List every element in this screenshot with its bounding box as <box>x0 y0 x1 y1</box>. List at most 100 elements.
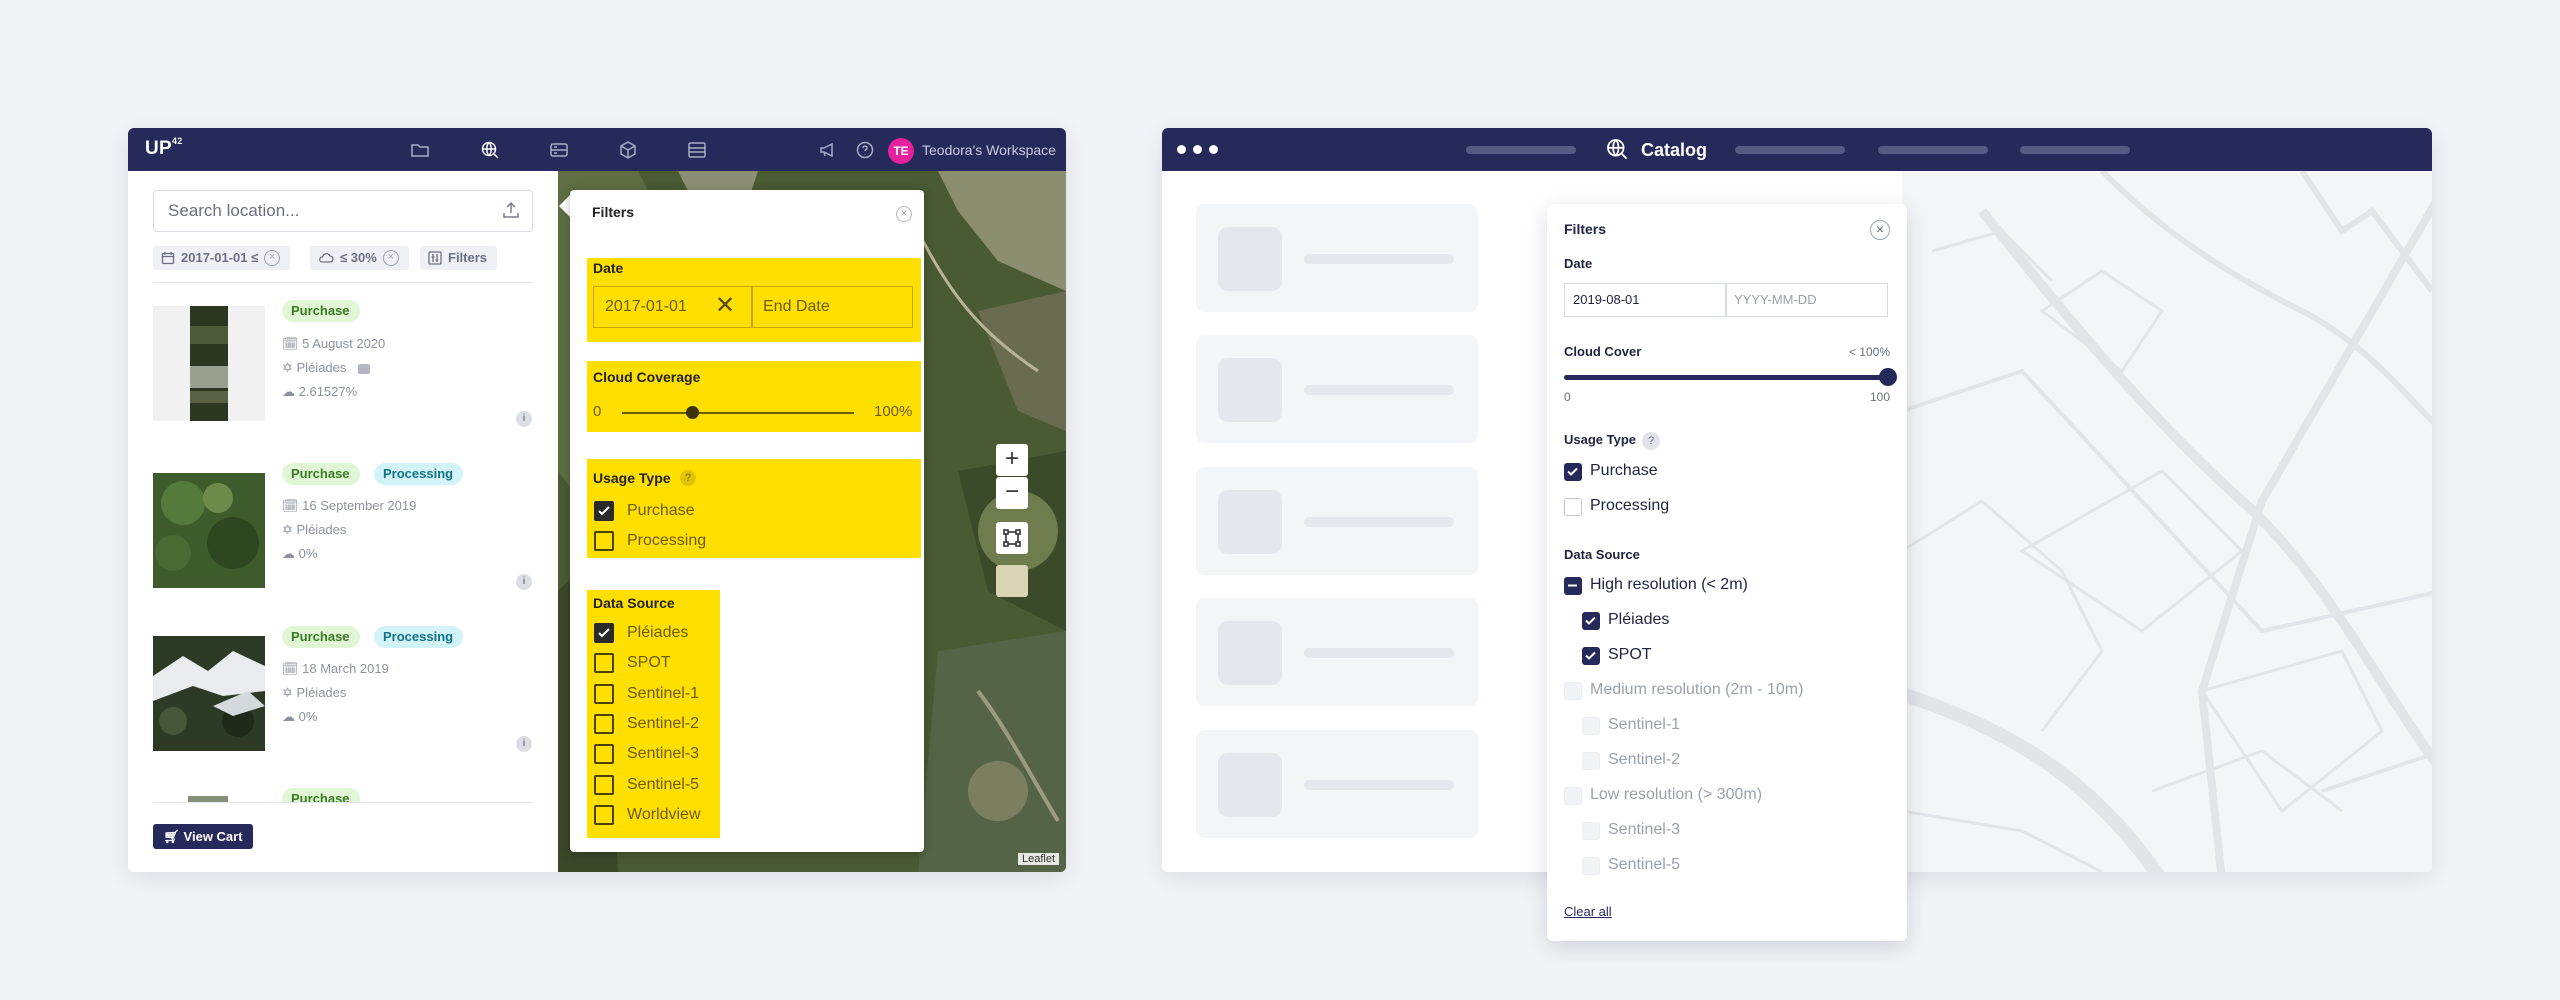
leaflet-attribution[interactable]: Leaflet <box>1018 853 1060 865</box>
draw-area-icon[interactable] <box>996 522 1028 554</box>
info-icon[interactable]: i <box>516 736 532 752</box>
info-icon[interactable]: i <box>516 411 532 427</box>
source-checkbox[interactable] <box>594 713 614 734</box>
cloud-coverage-section: Cloud Coverage 0 100% <box>587 361 921 432</box>
remove-date-filter-button[interactable]: × <box>264 250 281 266</box>
cube-icon[interactable] <box>618 140 638 160</box>
search-location-input[interactable]: Search location... <box>153 190 533 232</box>
help-icon[interactable]: ? <box>1642 432 1660 450</box>
purchase-tag: Purchase <box>282 626 360 648</box>
resolution-group-checkbox <box>1564 787 1582 805</box>
result-sensor: ✡ Pléiades <box>282 685 347 700</box>
result-cloud: ☁ 0% <box>282 709 318 724</box>
catalog-filter-panel: Filters × Date 2019-08-01 YYYY-MM-DD Clo… <box>1547 204 1907 941</box>
clear-all-link[interactable]: Clear all <box>1564 904 1612 919</box>
upload-icon[interactable] <box>501 200 521 220</box>
catalog-title[interactable]: Catalog <box>1641 138 1707 162</box>
megaphone-icon[interactable] <box>818 140 838 160</box>
source-label: Sentinel-2 <box>1608 751 1681 768</box>
resolution-group-checkbox[interactable] <box>1564 577 1582 595</box>
folder-icon[interactable] <box>410 140 430 160</box>
purchase-checkbox[interactable] <box>1564 463 1582 481</box>
result-thumbnail[interactable] <box>153 636 265 751</box>
resolution-group-label: Medium resolution (2m - 10m) <box>1590 681 1804 698</box>
source-label: Sentinel-2 <box>627 714 700 732</box>
globe-search-icon[interactable] <box>480 140 500 160</box>
result-date: 🗓︎ 18 March 2019 <box>282 661 389 676</box>
resolution-group-label: Low resolution (> 300m) <box>1590 786 1763 803</box>
close-filters-button[interactable]: × <box>896 206 912 222</box>
sliders-icon <box>428 251 442 265</box>
start-date-input[interactable]: 2019-08-01 <box>1564 283 1727 317</box>
storage-icon[interactable] <box>549 140 569 160</box>
result-thumbnail[interactable] <box>153 306 265 421</box>
resolution-group-label: High resolution (< 2m) <box>1590 576 1748 593</box>
calendar-icon <box>161 251 175 265</box>
source-checkbox[interactable] <box>1582 612 1600 630</box>
cloud-filter-chip[interactable]: ≤ 30% × <box>310 246 409 270</box>
help-icon[interactable] <box>855 140 875 160</box>
globe-search-icon <box>1605 137 1629 161</box>
end-date-input[interactable]: YYYY-MM-DD <box>1725 283 1888 317</box>
zoom-in-button[interactable]: + <box>996 444 1028 476</box>
source-checkbox[interactable] <box>594 623 614 643</box>
processing-checkbox[interactable] <box>1564 498 1582 516</box>
processing-label: Processing <box>627 532 707 549</box>
skeleton-card <box>1196 598 1478 706</box>
divider <box>153 282 533 283</box>
source-label: Worldview <box>627 805 701 823</box>
source-checkbox <box>1582 717 1600 735</box>
date-filter-chip[interactable]: 2017-01-01 ≤ × <box>153 246 291 270</box>
street-map[interactable] <box>1902 171 2432 872</box>
cloud-slider-thumb[interactable] <box>1879 368 1897 386</box>
source-label: Pléiades <box>627 624 689 641</box>
zoom-out-button[interactable]: − <box>996 477 1028 509</box>
purchase-checkbox[interactable] <box>594 501 614 521</box>
app-logo[interactable]: UP42 <box>145 136 183 160</box>
layout-icon[interactable] <box>687 140 707 160</box>
usage-type-section: Usage Type ? Purchase Processing <box>587 459 921 558</box>
close-filters-button[interactable]: × <box>1870 220 1890 240</box>
source-checkbox <box>1582 857 1600 875</box>
result-cloud: ☁ 0% <box>282 546 318 561</box>
result-thumbnail[interactable] <box>153 473 265 588</box>
source-checkbox[interactable] <box>1582 647 1600 665</box>
filters-chip[interactable]: Filters <box>420 246 498 270</box>
processing-checkbox[interactable] <box>594 531 614 551</box>
cloud-slider-thumb[interactable] <box>685 406 699 419</box>
basemap-toggle-button[interactable] <box>996 565 1028 597</box>
result-sensor: ✡ Pléiades <box>282 359 371 377</box>
end-date-input[interactable]: End Date <box>751 286 913 328</box>
purchase-tag: Purchase <box>282 463 360 485</box>
cloud-coverage-label: Cloud Coverage <box>593 369 701 385</box>
window-title-bar: Catalog <box>1162 128 2432 171</box>
usage-type-label: Usage Type <box>593 470 671 486</box>
source-checkbox[interactable] <box>594 804 614 825</box>
purchase-tag: Purchase <box>282 300 360 322</box>
info-icon[interactable]: i <box>516 574 532 590</box>
source-checkbox[interactable] <box>594 653 614 674</box>
source-checkbox[interactable] <box>594 683 614 704</box>
upstream-app-window: UP42 TE Teodora's Workspace Search locat… <box>128 128 1066 872</box>
result-item-partial: Purchase <box>128 788 558 802</box>
remove-cloud-filter-button[interactable]: × <box>382 250 399 266</box>
skeleton-card <box>1196 335 1478 443</box>
source-checkbox[interactable] <box>594 744 614 765</box>
filter-panel-title: Filters <box>1564 221 1607 237</box>
result-date: 🗓︎ 16 September 2019 <box>282 498 417 513</box>
processing-tag: Processing <box>374 626 464 648</box>
window-dot <box>1177 145 1186 154</box>
source-label: Sentinel-5 <box>627 775 700 793</box>
help-icon[interactable]: ? <box>680 470 696 486</box>
result-cloud: ☁ 2.61527% <box>282 384 358 399</box>
cloud-slider-track[interactable] <box>622 412 854 414</box>
result-date: 🗓︎ 5 August 2020 <box>282 336 386 351</box>
workspace-name[interactable]: Teodora's Workspace <box>922 140 1056 160</box>
source-checkbox[interactable] <box>594 774 614 795</box>
view-cart-button[interactable]: 🛒︎ View Cart <box>153 824 253 849</box>
clear-date-button[interactable]: ✕ <box>715 294 737 318</box>
resolution-group-checkbox <box>1564 682 1582 700</box>
skeleton-card <box>1196 467 1478 575</box>
workspace-avatar[interactable]: TE <box>888 138 914 164</box>
date-section: Date 2017-01-01 ✕ End Date <box>587 258 921 342</box>
